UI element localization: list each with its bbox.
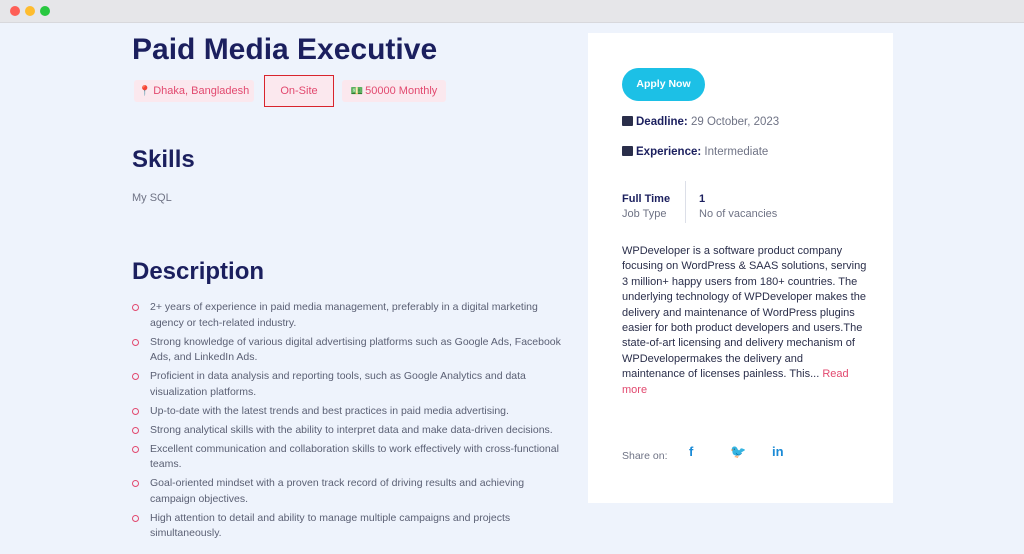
money-icon: 💵 bbox=[350, 86, 364, 97]
skills-heading: Skills bbox=[132, 146, 195, 173]
job-title: Paid Media Executive bbox=[132, 33, 438, 66]
apply-now-button[interactable]: Apply Now bbox=[622, 68, 705, 101]
job-type-stat: Full Time Job Type bbox=[622, 193, 670, 220]
bullet-text: Goal-oriented mindset with a proven trac… bbox=[150, 477, 525, 505]
salary-label: 50000 Monthly bbox=[365, 85, 438, 97]
window-titlebar bbox=[0, 0, 1024, 23]
experience-value: Intermediate bbox=[704, 146, 769, 158]
list-item: Strong knowledge of various digital adve… bbox=[132, 335, 562, 366]
list-item: High attention to detail and ability to … bbox=[132, 511, 562, 542]
list-item: Up-to-date with the latest trends and be… bbox=[132, 404, 562, 420]
bullet-text: Strong analytical skills with the abilit… bbox=[150, 423, 553, 436]
bullet-text: Up-to-date with the latest trends and be… bbox=[150, 404, 509, 417]
map-pin-icon: 📍 bbox=[138, 86, 152, 97]
twitter-icon[interactable]: 🐦 bbox=[730, 444, 746, 460]
share-label: Share on: bbox=[622, 450, 668, 462]
location-label: Dhaka, Bangladesh bbox=[153, 85, 250, 97]
vacancies-value: 1 bbox=[699, 193, 706, 205]
circle-bullet-icon bbox=[132, 338, 139, 346]
calendar-icon bbox=[622, 116, 633, 126]
description-list: 2+ years of experience in paid media man… bbox=[132, 300, 562, 545]
circle-bullet-icon bbox=[132, 480, 139, 487]
company-about: WPDeveloper is a software product compan… bbox=[622, 244, 867, 398]
experience-label: Experience: bbox=[636, 146, 702, 158]
deadline-row: Deadline: 29 October, 2023 bbox=[622, 116, 779, 128]
experience-row: Experience: Intermediate bbox=[622, 146, 768, 158]
salary-tag: 💵 50000 Monthly bbox=[342, 80, 446, 102]
circle-bullet-icon bbox=[132, 426, 139, 434]
list-item: Goal-oriented mindset with a proven trac… bbox=[132, 476, 562, 507]
briefcase-icon bbox=[622, 146, 633, 156]
stat-divider bbox=[685, 181, 686, 223]
location-tag: 📍 Dhaka, Bangladesh bbox=[134, 80, 254, 102]
linkedin-icon[interactable]: in bbox=[772, 444, 784, 459]
maximize-window-button[interactable] bbox=[40, 6, 50, 16]
list-item: Excellent communication and collaboratio… bbox=[132, 442, 562, 473]
facebook-icon[interactable]: f bbox=[689, 444, 693, 459]
bullet-text: Proficient in data analysis and reportin… bbox=[150, 370, 526, 398]
circle-bullet-icon bbox=[132, 445, 139, 453]
list-item: Proficient in data analysis and reportin… bbox=[132, 369, 562, 400]
company-about-text: WPDeveloper is a software product compan… bbox=[622, 245, 867, 381]
job-type-value: Full Time bbox=[622, 193, 671, 205]
minimize-window-button[interactable] bbox=[25, 6, 35, 16]
job-summary-card: Apply Now Deadline: 29 October, 2023 Exp… bbox=[588, 33, 893, 503]
bullet-text: High attention to detail and ability to … bbox=[150, 511, 511, 540]
vacancies-label: No of vacancies bbox=[699, 208, 778, 220]
list-item: 2+ years of experience in paid media man… bbox=[132, 300, 562, 331]
circle-bullet-icon bbox=[132, 304, 139, 311]
vacancies-stat: 1 No of vacancies bbox=[699, 193, 777, 220]
work-mode-label: On-Site bbox=[280, 85, 318, 97]
work-mode-tag: On-Site bbox=[264, 75, 334, 107]
close-window-button[interactable] bbox=[10, 6, 20, 16]
circle-bullet-icon bbox=[132, 514, 139, 522]
skill-item: My SQL bbox=[132, 192, 172, 204]
list-item: Strong analytical skills with the abilit… bbox=[132, 423, 562, 439]
description-heading: Description bbox=[132, 258, 265, 285]
bullet-text: 2+ years of experience in paid media man… bbox=[150, 301, 538, 329]
circle-bullet-icon bbox=[132, 407, 139, 415]
bullet-text: Excellent communication and collaboratio… bbox=[150, 442, 559, 471]
circle-bullet-icon bbox=[132, 373, 139, 380]
deadline-value: 29 October, 2023 bbox=[690, 116, 780, 128]
job-type-label: Job Type bbox=[622, 208, 667, 220]
deadline-label: Deadline: bbox=[636, 116, 688, 128]
bullet-text: Strong knowledge of various digital adve… bbox=[150, 335, 561, 364]
